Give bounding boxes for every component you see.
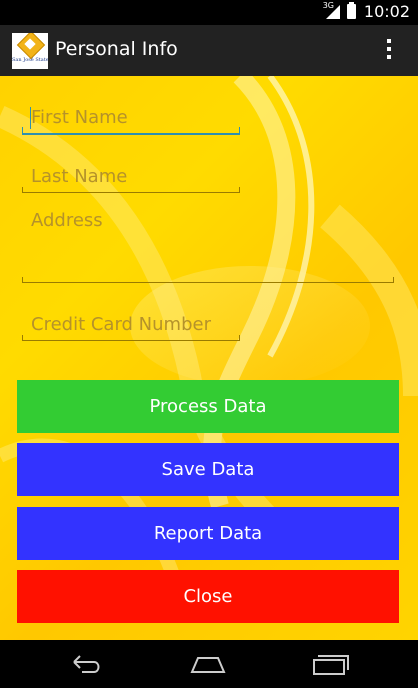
recents-icon[interactable] [310,650,350,678]
page-title: Personal Info [55,38,178,60]
first-name-field[interactable]: First Name [22,98,240,135]
overflow-menu-icon[interactable] [384,39,394,63]
credit-card-placeholder: Credit Card Number [31,314,211,335]
process-data-button[interactable]: Process Data [17,380,399,433]
battery-icon [347,2,356,19]
back-icon[interactable] [66,650,106,678]
credit-card-field[interactable]: Credit Card Number [22,306,240,341]
address-field[interactable]: Address [22,202,394,283]
first-name-placeholder: First Name [31,107,128,128]
logo-text: San José State [12,57,48,63]
signal-icon [326,5,340,19]
navigation-bar [0,640,418,688]
clock: 10:02 [363,2,410,21]
last-name-placeholder: Last Name [31,166,128,187]
app-logo[interactable]: San José State [12,33,48,69]
home-icon[interactable] [188,650,228,678]
content-area: First Name Last Name Address Credit Card… [0,76,418,640]
close-button[interactable]: Close [17,570,399,623]
action-bar: San José State Personal Info [0,25,418,76]
last-name-field[interactable]: Last Name [22,160,240,193]
report-data-button[interactable]: Report Data [17,507,399,560]
save-data-button[interactable]: Save Data [17,443,399,496]
address-placeholder: Address [31,210,103,231]
status-bar: 3G 10:02 [0,0,418,25]
